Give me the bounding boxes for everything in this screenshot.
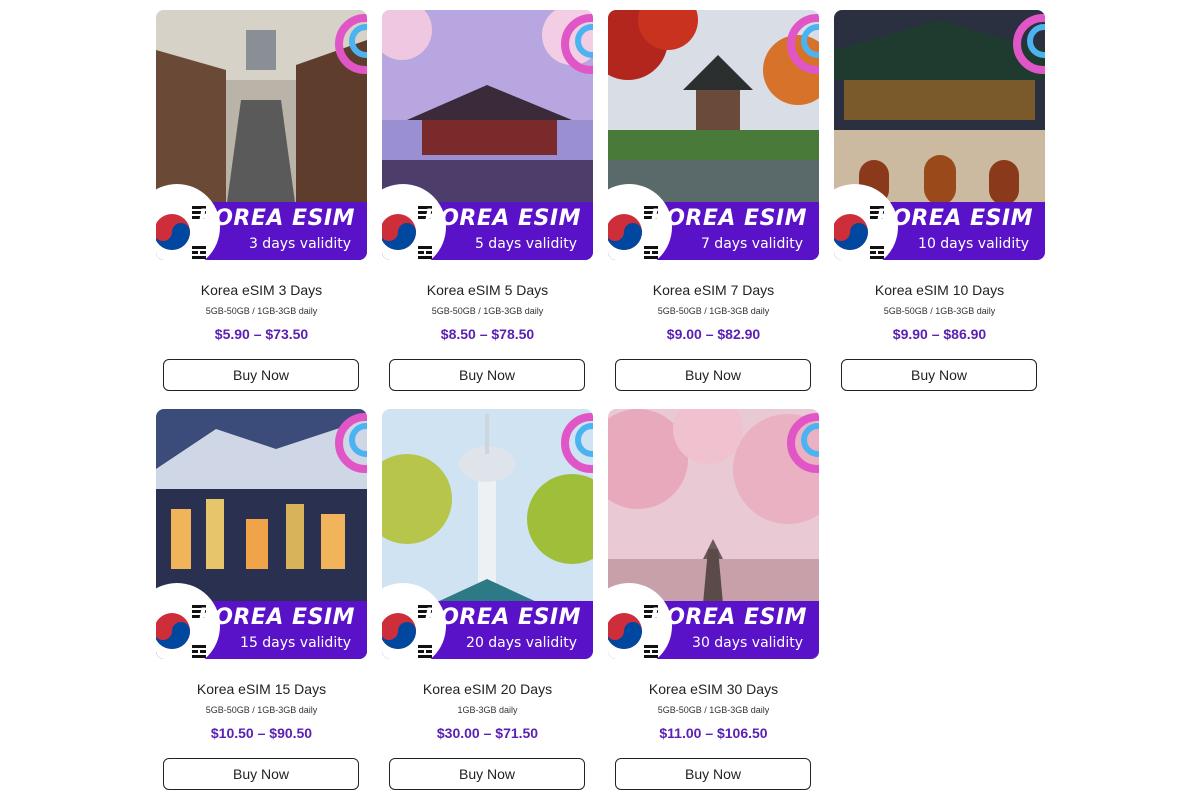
buy-now-button[interactable]: Buy Now — [615, 758, 811, 790]
product-image[interactable]: KOREA ESIM 7 days validity — [608, 10, 819, 260]
product-image[interactable]: KOREA ESIM 20 days validity — [382, 409, 593, 659]
buy-now-button[interactable]: Buy Now — [841, 359, 1037, 391]
buy-now-button[interactable]: Buy Now — [163, 359, 359, 391]
product-title[interactable]: Korea eSIM 30 Days — [608, 681, 819, 697]
product-title[interactable]: Korea eSIM 20 Days — [382, 681, 593, 697]
product-image[interactable]: KOREA ESIM 5 days validity — [382, 10, 593, 260]
product-specs: 5GB-50GB / 1GB-3GB daily — [883, 306, 996, 316]
product-card: KOREA ESIM 10 days validity Korea eSIM 1… — [834, 10, 1045, 409]
product-title[interactable]: Korea eSIM 15 Days — [156, 681, 367, 697]
brand-label: KOREA ESIM — [198, 206, 355, 231]
product-specs: 5GB-50GB / 1GB-3GB daily — [657, 306, 770, 316]
product-card: KOREA ESIM 5 days validity Korea eSIM 5 … — [382, 10, 593, 409]
product-image[interactable]: KOREA ESIM 15 days validity — [156, 409, 367, 659]
brand-label: KOREA ESIM — [424, 206, 581, 231]
product-title[interactable]: Korea eSIM 7 Days — [608, 282, 819, 298]
brand-label: KOREA ESIM — [424, 605, 581, 630]
validity-label: 30 days validity — [692, 635, 803, 651]
buy-now-button[interactable]: Buy Now — [389, 758, 585, 790]
product-image[interactable]: KOREA ESIM 10 days validity — [834, 10, 1045, 260]
product-specs: 5GB-50GB / 1GB-3GB daily — [657, 705, 770, 715]
product-grid: KOREA ESIM 3 days validity Korea eSIM 3 … — [156, 10, 1046, 808]
product-price: $10.50 – $90.50 — [210, 725, 313, 741]
brand-label: KOREA ESIM — [650, 605, 807, 630]
product-price: $8.50 – $78.50 — [440, 326, 535, 342]
buy-now-button[interactable]: Buy Now — [389, 359, 585, 391]
product-card: KOREA ESIM 15 days validity Korea eSIM 1… — [156, 409, 367, 808]
product-card: KOREA ESIM 20 days validity Korea eSIM 2… — [382, 409, 593, 808]
validity-label: 15 days validity — [240, 635, 351, 651]
product-card: KOREA ESIM 3 days validity Korea eSIM 3 … — [156, 10, 367, 409]
product-card: KOREA ESIM 7 days validity Korea eSIM 7 … — [608, 10, 819, 409]
product-price: $9.90 – $86.90 — [892, 326, 987, 342]
product-image[interactable]: KOREA ESIM 30 days validity — [608, 409, 819, 659]
brand-label: KOREA ESIM — [876, 206, 1033, 231]
product-title[interactable]: Korea eSIM 5 Days — [382, 282, 593, 298]
product-specs: 5GB-50GB / 1GB-3GB daily — [431, 306, 544, 316]
product-price: $30.00 – $71.50 — [436, 725, 539, 741]
product-card: KOREA ESIM 30 days validity Korea eSIM 3… — [608, 409, 819, 808]
product-specs: 1GB-3GB daily — [457, 705, 518, 715]
buy-now-button[interactable]: Buy Now — [615, 359, 811, 391]
validity-label: 7 days validity — [700, 236, 803, 252]
validity-label: 3 days validity — [248, 236, 351, 252]
validity-label: 5 days validity — [474, 236, 577, 252]
buy-now-button[interactable]: Buy Now — [163, 758, 359, 790]
validity-label: 20 days validity — [466, 635, 577, 651]
product-price: $11.00 – $106.50 — [659, 725, 768, 741]
product-price: $9.00 – $82.90 — [666, 326, 761, 342]
product-title[interactable]: Korea eSIM 10 Days — [834, 282, 1045, 298]
product-specs: 5GB-50GB / 1GB-3GB daily — [205, 705, 318, 715]
brand-label: KOREA ESIM — [198, 605, 355, 630]
brand-label: KOREA ESIM — [650, 206, 807, 231]
validity-label: 10 days validity — [918, 236, 1029, 252]
product-price: $5.90 – $73.50 — [214, 326, 309, 342]
product-image[interactable]: KOREA ESIM 3 days validity — [156, 10, 367, 260]
product-title[interactable]: Korea eSIM 3 Days — [156, 282, 367, 298]
product-specs: 5GB-50GB / 1GB-3GB daily — [205, 306, 318, 316]
